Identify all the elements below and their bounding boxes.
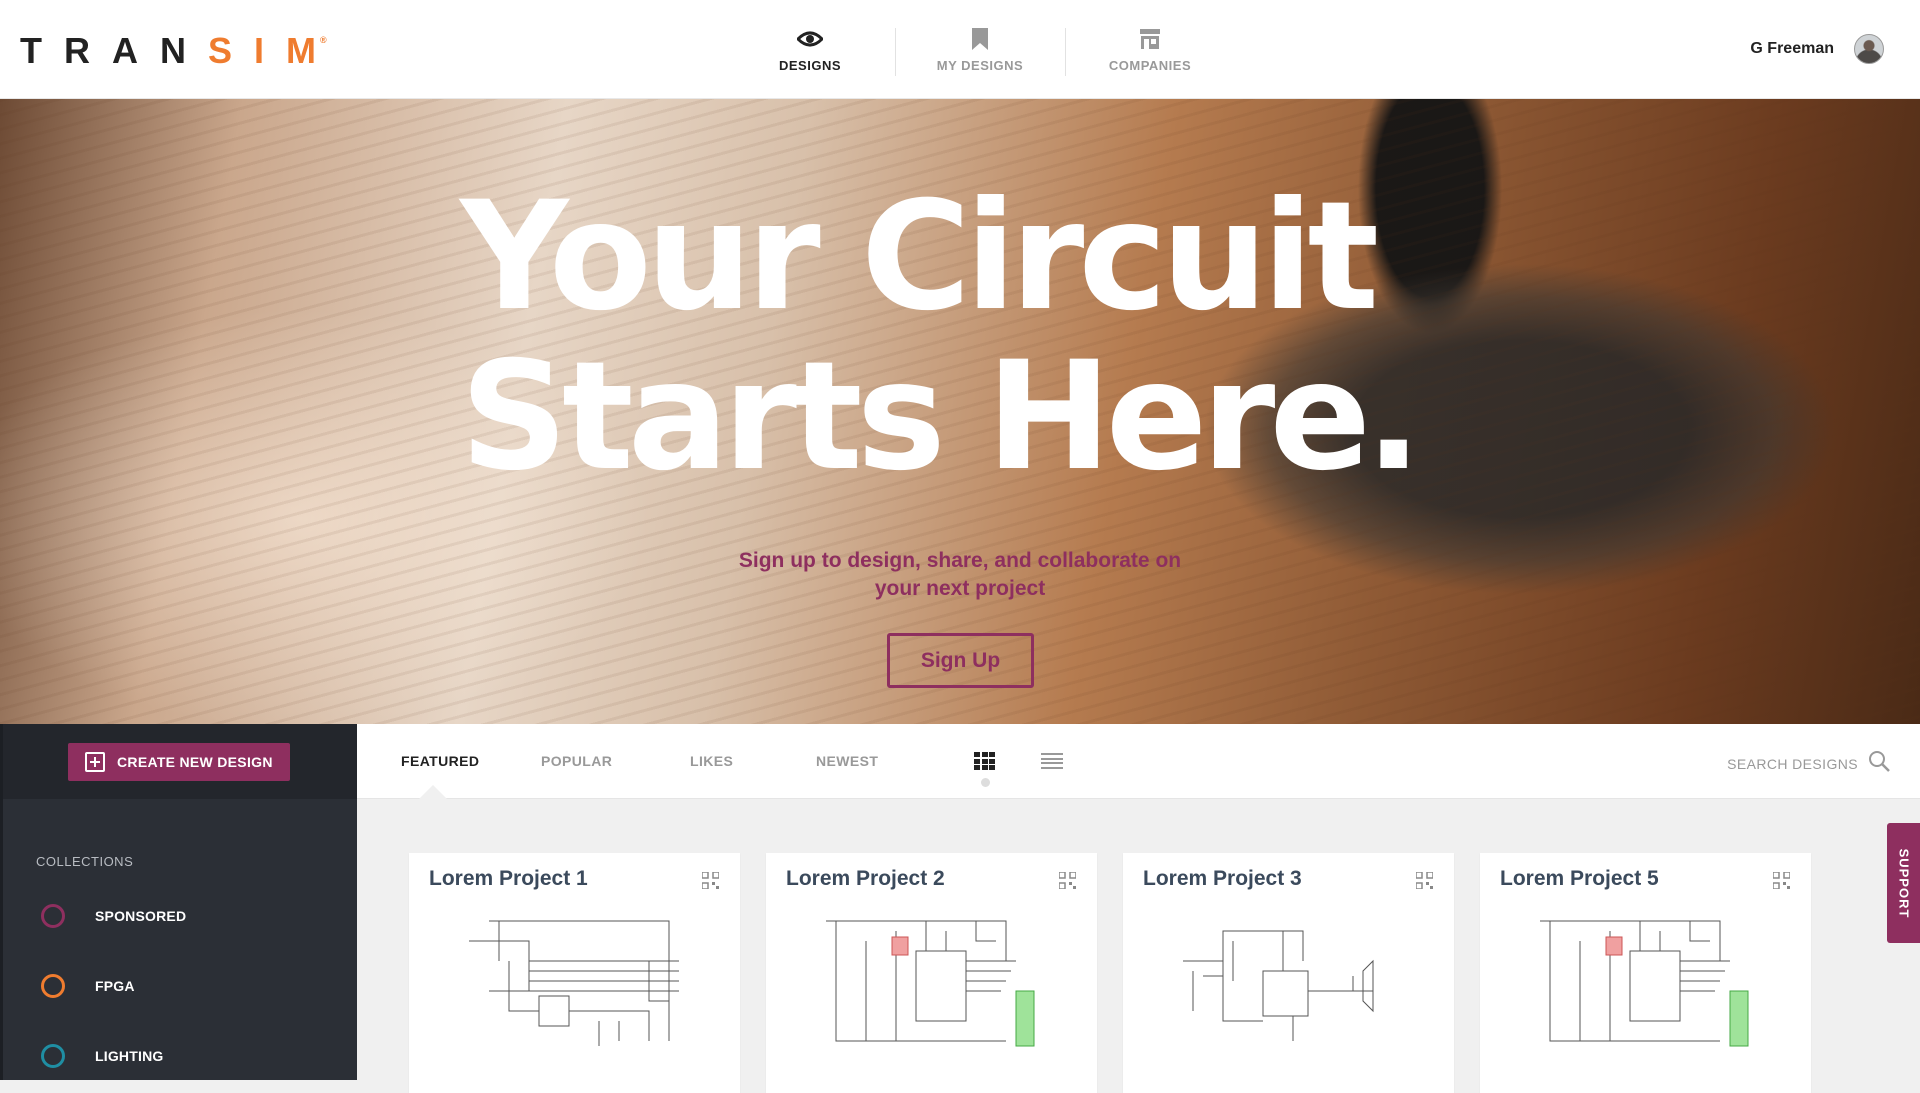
support-label: SUPPORT — [1896, 848, 1911, 918]
card-title: Lorem Project 3 — [1143, 867, 1302, 890]
grid-view-icon[interactable] — [974, 752, 996, 770]
hero-title-line: Starts Here. — [460, 330, 1422, 504]
designs-grid: Lorem Project 1 Lorem Project 2 Lorem Pr… — [357, 799, 1920, 1093]
main-nav: DESIGNS MY DESIGNS COMPANIES — [725, 0, 1235, 99]
ring-icon — [41, 904, 65, 928]
schematic-thumbnail — [469, 920, 679, 1046]
collection-label: LIGHTING — [95, 1048, 164, 1064]
active-view-indicator — [981, 778, 990, 787]
collection-label: FPGA — [95, 978, 135, 994]
list-view-icon[interactable] — [1041, 753, 1063, 769]
design-card[interactable]: Lorem Project 5 — [1480, 853, 1811, 1093]
tab-newest[interactable]: NEWEST — [816, 753, 878, 769]
transim-logo[interactable]: TRAN SIM ® — [20, 30, 345, 72]
ring-icon — [41, 974, 65, 998]
hero-banner: Your Circuit Starts Here. Sign up to des… — [0, 99, 1920, 724]
create-new-design-button[interactable]: CREATE NEW DESIGN — [68, 742, 290, 781]
nav-designs[interactable]: DESIGNS — [725, 0, 895, 99]
qr-code-icon[interactable] — [702, 872, 719, 889]
logo-text-main: TRAN — [20, 30, 208, 71]
design-card[interactable]: Lorem Project 1 — [409, 853, 740, 1093]
sidebar-top: CREATE NEW DESIGN — [3, 724, 357, 799]
card-title: Lorem Project 1 — [429, 867, 588, 890]
hero-title: Your Circuit Starts Here. — [460, 177, 1460, 497]
tab-popular[interactable]: POPULAR — [541, 753, 612, 769]
avatar[interactable] — [1854, 34, 1884, 64]
tab-likes[interactable]: LIKES — [690, 753, 733, 769]
sidebar: CREATE NEW DESIGN COLLECTIONS SPONSORED … — [0, 724, 357, 1080]
ring-icon — [41, 1044, 65, 1068]
sign-up-button[interactable]: Sign Up — [887, 633, 1034, 688]
support-tab[interactable]: SUPPORT — [1887, 823, 1920, 943]
nav-label: COMPANIES — [1108, 58, 1192, 73]
user-name: G Freeman — [1750, 40, 1834, 57]
create-label: CREATE NEW DESIGN — [117, 753, 273, 770]
active-tab-indicator — [419, 785, 447, 799]
card-title: Lorem Project 2 — [786, 867, 945, 890]
tab-featured[interactable]: FEATURED — [401, 753, 479, 769]
collection-fpga[interactable]: FPGA — [41, 974, 135, 998]
hero-title-line: Your Circuit — [460, 170, 1379, 344]
designs-toolbar: FEATURED POPULAR LIKES NEWEST SEARCH DES… — [357, 724, 1920, 799]
nav-label: DESIGNS — [778, 58, 841, 73]
search-designs[interactable]: SEARCH DESIGNS — [1727, 750, 1890, 777]
collection-sponsored[interactable]: SPONSORED — [41, 904, 186, 928]
qr-code-icon[interactable] — [1059, 872, 1076, 889]
logo-registered-mark: ® — [320, 35, 327, 45]
hero-subtitle-line: your next project — [874, 577, 1046, 600]
schematic-thumbnail — [1540, 920, 1749, 1047]
hero-subtitle: Sign up to design, share, and collaborat… — [660, 547, 1260, 603]
design-card[interactable]: Lorem Project 3 — [1123, 853, 1454, 1093]
hero-subtitle-line: Sign up to design, share, and collaborat… — [738, 549, 1182, 572]
search-label: SEARCH DESIGNS — [1727, 755, 1858, 772]
collection-label: SPONSORED — [95, 908, 187, 924]
user-menu[interactable]: G Freeman — [1750, 34, 1884, 64]
bookmark-icon — [967, 26, 993, 52]
collection-lighting[interactable]: LIGHTING — [41, 1044, 163, 1068]
nav-companies[interactable]: COMPANIES — [1065, 0, 1235, 99]
qr-code-icon[interactable] — [1416, 872, 1433, 889]
card-title: Lorem Project 5 — [1500, 867, 1659, 890]
nav-my-designs[interactable]: MY DESIGNS — [895, 0, 1065, 99]
schematic-thumbnail — [1183, 930, 1374, 1041]
logo-text-accent: SIM — [207, 30, 338, 71]
design-card[interactable]: Lorem Project 2 — [766, 853, 1097, 1093]
schematic-thumbnail — [826, 920, 1035, 1047]
plus-icon — [85, 751, 105, 772]
nav-label: MY DESIGNS — [936, 58, 1024, 73]
top-header: TRAN SIM ® DESIGNS MY DESIGNS COMPANIES G … — [0, 0, 1920, 99]
collections-title: COLLECTIONS — [36, 854, 134, 869]
qr-code-icon[interactable] — [1773, 872, 1790, 889]
search-icon — [1868, 750, 1890, 777]
eye-icon — [797, 26, 823, 52]
store-icon — [1137, 26, 1163, 52]
